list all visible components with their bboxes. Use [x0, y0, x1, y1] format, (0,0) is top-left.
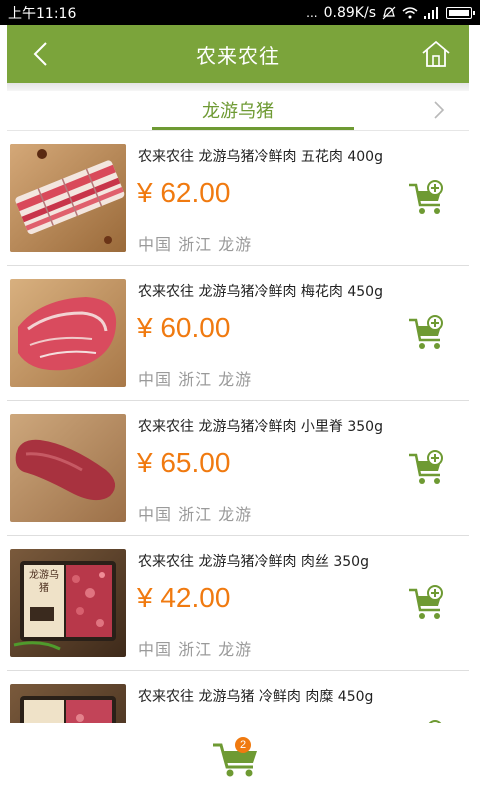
product-origin: 中国 浙江 龙游 [138, 640, 253, 659]
category-bar: 龙游乌猪 [7, 91, 469, 131]
home-button[interactable] [419, 37, 453, 71]
product-name[interactable]: 农来农往 龙游乌猪冷鲜肉 梅花肉 450g [138, 281, 383, 301]
product-origin: 中国 浙江 龙游 [138, 370, 253, 389]
product-item[interactable]: 龙游乌猪 农来农往 龙游乌猪冷鲜肉 肉丝 350g ¥ 42.00 中国 浙江 … [7, 536, 469, 671]
status-right: ... 0.89K/s [306, 4, 475, 21]
product-price: ¥ 65.00 [137, 447, 231, 478]
dots-icon: ... [306, 5, 318, 20]
product-origin: 中国 浙江 龙游 [138, 505, 253, 524]
product-item[interactable]: 农来农往 龙游乌猪冷鲜肉 梅花肉 450g ¥ 60.00 中国 浙江 龙游 [7, 266, 469, 401]
app-frame: 农来农往 龙游乌猪 农来农往 龙游乌猪冷鲜肉 五花肉 400g ¥ 62.00 … [7, 25, 469, 800]
product-image-pork-collar[interactable] [10, 279, 126, 387]
signal-icon [424, 6, 438, 19]
wifi-icon [402, 6, 418, 18]
network-speed: 0.89K/s [323, 4, 376, 21]
status-time: 上午11:16 [8, 5, 77, 22]
category-underline [152, 127, 354, 130]
product-origin: 中国 浙江 龙游 [138, 235, 253, 254]
chevron-left-icon [33, 42, 47, 66]
product-price: ¥ 60.00 [137, 312, 231, 343]
product-name[interactable]: 农来农往 龙游乌猪冷鲜肉 肉丝 350g [138, 551, 369, 571]
product-item[interactable]: 农来农往 龙游乌猪冷鲜肉 五花肉 400g ¥ 62.00 中国 浙江 龙游 [7, 131, 469, 266]
product-image-minced-pork[interactable] [10, 684, 126, 723]
product-list: 农来农往 龙游乌猪冷鲜肉 五花肉 400g ¥ 62.00 中国 浙江 龙游 农… [7, 131, 469, 723]
add-to-cart-icon[interactable] [407, 314, 447, 352]
product-name[interactable]: 农来农往 龙游乌猪 冷鲜肉 肉糜 450g [138, 686, 373, 706]
package-label: 龙游乌猪 [29, 570, 59, 594]
product-image-tenderloin[interactable] [10, 414, 126, 522]
app-header: 农来农往 [7, 25, 469, 83]
product-item[interactable]: 农来农往 龙游乌猪冷鲜肉 小里脊 350g ¥ 65.00 中国 浙江 龙游 [7, 401, 469, 536]
add-to-cart-icon[interactable] [407, 584, 447, 622]
add-to-cart-icon[interactable] [407, 179, 447, 217]
back-button[interactable] [25, 39, 55, 69]
bottom-bar: 2 [7, 723, 469, 800]
category-tab-active[interactable]: 龙游乌猪 [7, 97, 469, 123]
chevron-right-icon[interactable] [431, 100, 447, 120]
product-price: ¥ 62.00 [137, 177, 231, 208]
mute-icon [382, 6, 396, 19]
product-item[interactable]: 农来农往 龙游乌猪 冷鲜肉 肉糜 450g [7, 671, 469, 723]
cart-count-badge: 2 [235, 737, 251, 753]
home-icon [422, 40, 450, 67]
product-image-shredded-pork[interactable]: 龙游乌猪 [10, 549, 126, 657]
status-bar: 上午11:16 ... 0.89K/s [0, 0, 480, 25]
page-title: 农来农往 [196, 43, 280, 68]
add-to-cart-icon[interactable] [407, 449, 447, 487]
product-name[interactable]: 农来农往 龙游乌猪冷鲜肉 五花肉 400g [138, 146, 383, 166]
header-divider [7, 83, 469, 91]
battery-icon [446, 6, 475, 19]
product-image-pork-belly[interactable] [10, 144, 126, 252]
product-price: ¥ 42.00 [137, 582, 231, 613]
product-name[interactable]: 农来农往 龙游乌猪冷鲜肉 小里脊 350g [138, 416, 383, 436]
